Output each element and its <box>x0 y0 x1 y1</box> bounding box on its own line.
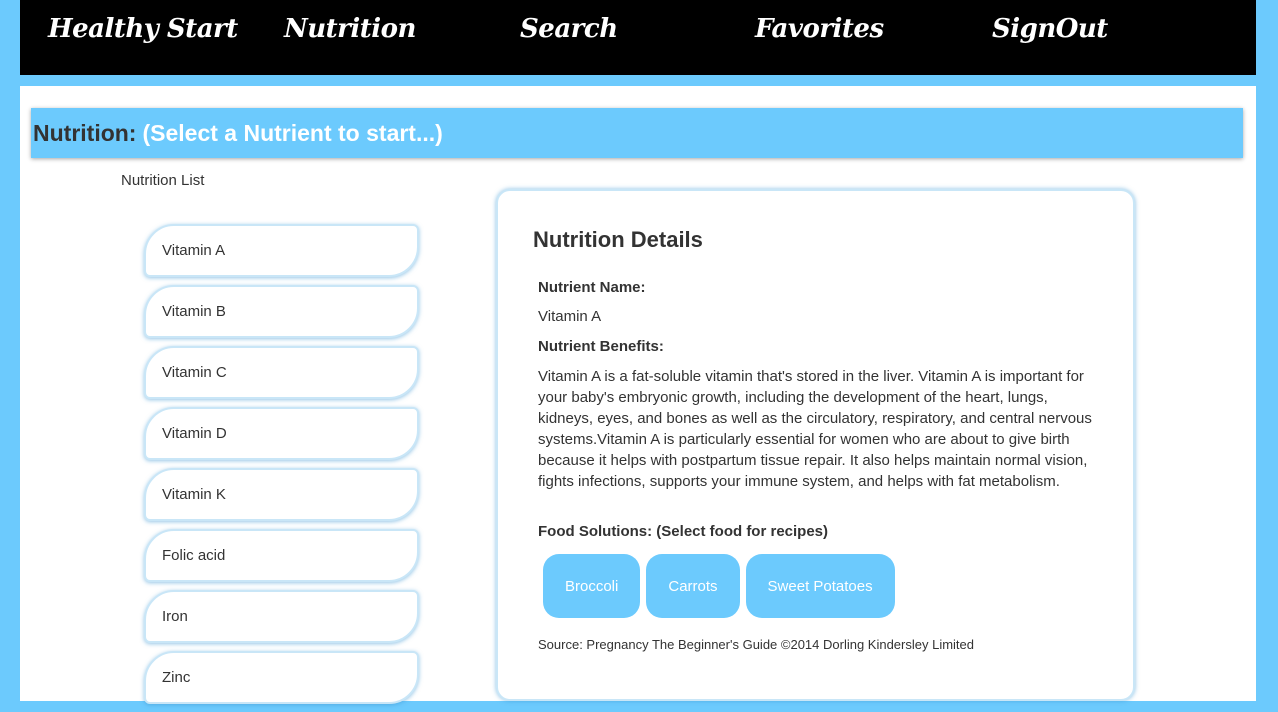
nutrient-name-label: Nutrient Name: <box>538 279 646 296</box>
page-title-hint: (Select a Nutrient to start...) <box>142 119 443 146</box>
nav-search-link[interactable]: Search <box>520 12 618 46</box>
main-panel: Nutrition: (Select a Nutrient to start..… <box>20 86 1256 704</box>
details-heading: Nutrition Details <box>533 227 703 252</box>
page-title: Nutrition: <box>33 119 137 146</box>
nutrient-benefits-label: Nutrient Benefits: <box>538 338 664 355</box>
nutrient-item-vitamin-b[interactable]: Vitamin B <box>144 285 419 338</box>
food-solutions-label: Food Solutions: (Select food for recipes… <box>538 523 829 540</box>
nav-favorites-link[interactable]: Favorites <box>755 12 884 46</box>
source-citation: Source: Pregnancy The Beginner's Guide ©… <box>538 637 975 652</box>
nav-home-link[interactable]: Healthy Start <box>48 12 238 46</box>
nutrient-item-iron[interactable]: Iron <box>144 590 419 643</box>
top-navbar: Healthy Start Nutrition Search Favorites… <box>20 0 1256 75</box>
nutrition-details-card: Nutrition Details Nutrient Name: Vitamin… <box>496 189 1135 701</box>
nutrient-benefits-text: Vitamin A is a fat-soluble vitamin that'… <box>538 368 1092 490</box>
food-button-carrots[interactable]: Carrots <box>646 554 740 618</box>
nutrient-item-vitamin-a[interactable]: Vitamin A <box>144 224 419 277</box>
food-button-sweet-potatoes[interactable]: Sweet Potatoes <box>745 554 895 618</box>
nutrient-item-folic-acid[interactable]: Folic acid <box>144 529 419 582</box>
food-solutions: Broccoli Carrots Sweet Potatoes <box>543 554 901 618</box>
nutrition-list-heading: Nutrition List <box>121 172 205 189</box>
food-button-broccoli[interactable]: Broccoli <box>543 554 641 618</box>
nutrient-name-value: Vitamin A <box>538 308 602 325</box>
nutrient-item-vitamin-k[interactable]: Vitamin K <box>144 468 419 521</box>
nav-signout-link[interactable]: SignOut <box>992 12 1108 46</box>
nav-nutrition-link[interactable]: Nutrition <box>284 12 416 46</box>
nutrient-item-zinc[interactable]: Zinc <box>144 651 419 704</box>
page-title-bar: Nutrition: (Select a Nutrient to start..… <box>31 108 1243 158</box>
nutrient-list: Vitamin A Vitamin B Vitamin C Vitamin D … <box>144 224 424 712</box>
nutrient-item-vitamin-d[interactable]: Vitamin D <box>144 407 419 460</box>
nutrient-item-vitamin-c[interactable]: Vitamin C <box>144 346 419 399</box>
